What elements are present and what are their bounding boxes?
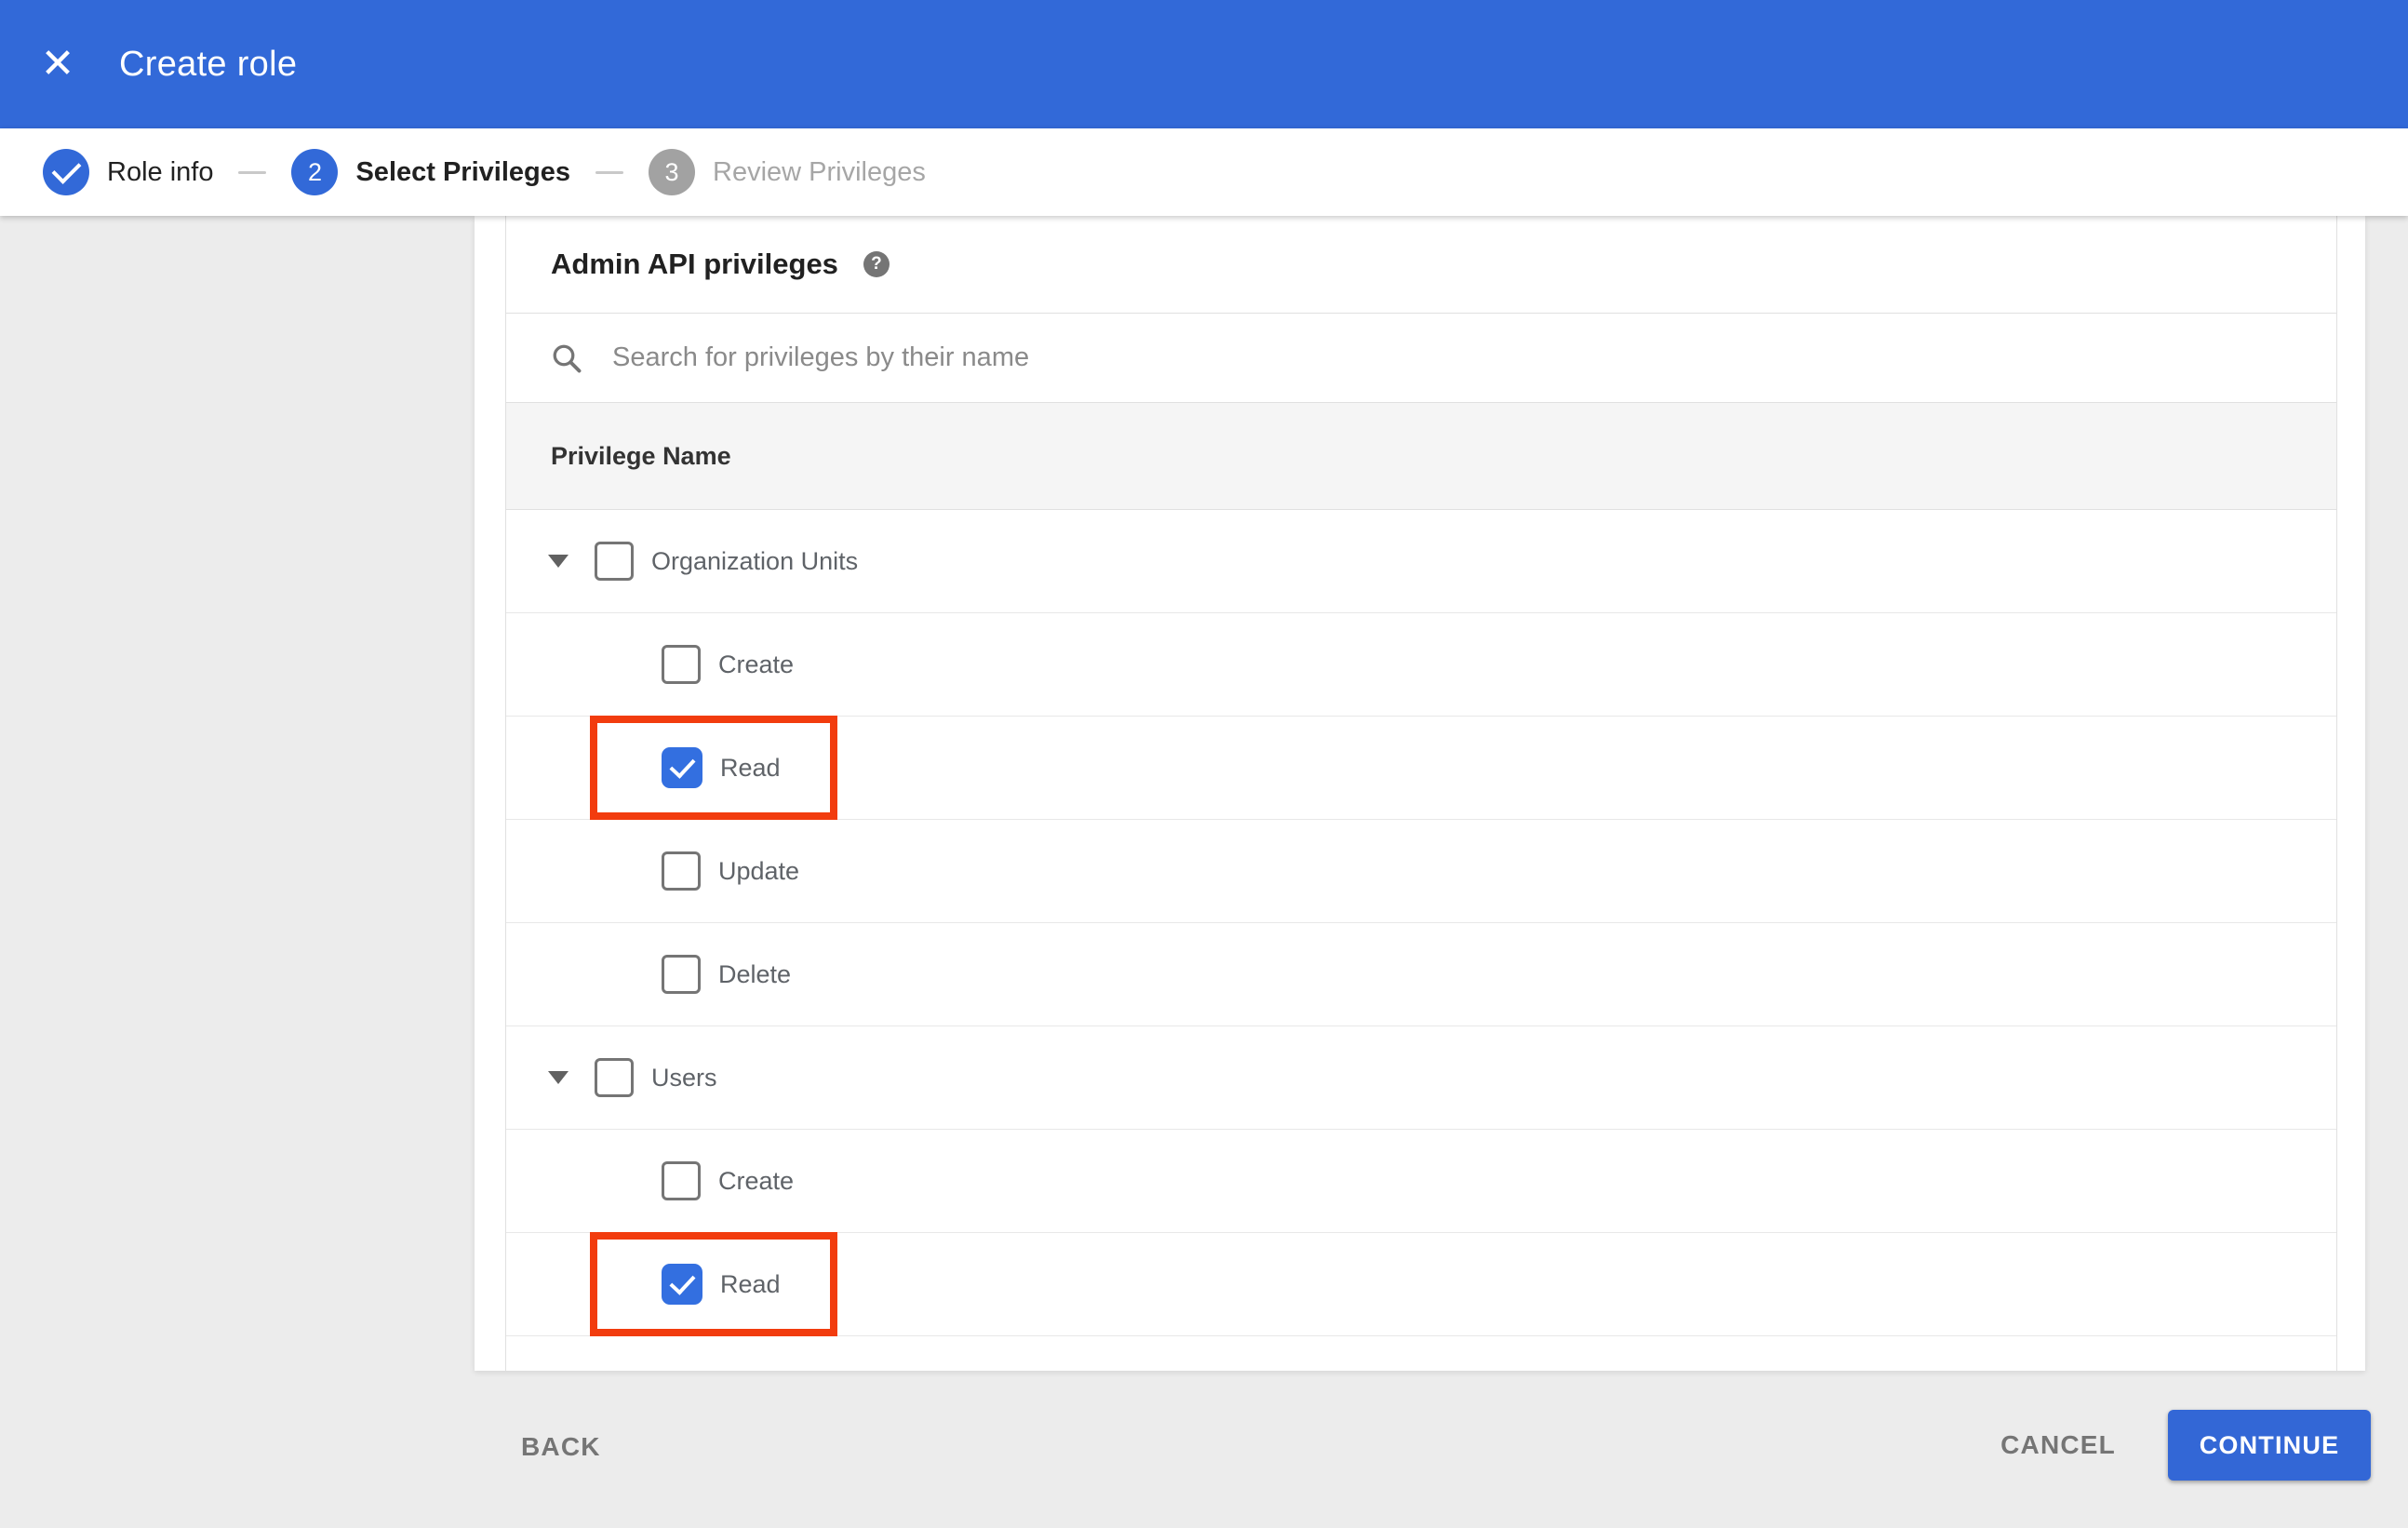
checkmark-icon [668, 1268, 696, 1295]
search-icon [553, 344, 582, 372]
privilege-row-users-read: Read [506, 1232, 2336, 1336]
privilege-row-ou-delete: Delete [506, 923, 2336, 1026]
step-connector [595, 170, 623, 174]
privilege-label: Organization Units [651, 546, 859, 575]
table-header-row: Privilege Name [506, 403, 2336, 510]
stepper: Role info 2 Select Privileges 3 Review P… [0, 128, 2408, 216]
privilege-label: Read [720, 753, 781, 782]
search-input[interactable] [610, 342, 2010, 374]
privilege-label: Create [718, 650, 795, 678]
footer-actions: CANCEL CONTINUE [2000, 1410, 2371, 1481]
step-label: Select Privileges [355, 156, 570, 187]
ou-update-checkbox[interactable] [662, 851, 701, 891]
privilege-row-ou-create: Create [506, 613, 2336, 717]
privilege-label: Read [720, 1269, 781, 1298]
panel-title: Admin API privileges [551, 248, 838, 280]
dialog-footer: BACK CANCEL CONTINUE [0, 1371, 2408, 1528]
privilege-label: Create [718, 1166, 795, 1195]
collapse-caret-icon[interactable] [548, 1071, 569, 1084]
privilege-row-organization-units: Organization Units [506, 510, 2336, 613]
step-review-privileges[interactable]: 3 Review Privileges [649, 149, 926, 195]
organization-units-checkbox[interactable] [595, 542, 634, 581]
privilege-row-ou-read: Read [506, 716, 2336, 820]
dialog-header: ✕ Create role [0, 0, 2408, 128]
privileges-panel: Admin API privileges ? Privilege Name Or… [475, 216, 2365, 1371]
privilege-row-ou-update: Update [506, 820, 2336, 923]
step-role-info[interactable]: Role info [43, 149, 213, 195]
step-connector [238, 170, 267, 174]
back-button[interactable]: BACK [521, 1432, 601, 1462]
step-number-badge: 2 [291, 149, 339, 195]
annotation-highlight-box [590, 716, 837, 820]
column-header-privilege-name: Privilege Name [551, 441, 731, 470]
users-create-checkbox[interactable] [662, 1161, 701, 1200]
step-select-privileges[interactable]: 2 Select Privileges [291, 149, 570, 195]
privilege-row-users: Users [506, 1026, 2336, 1130]
step-label: Role info [107, 156, 214, 187]
help-icon[interactable]: ? [863, 251, 890, 277]
ou-delete-checkbox[interactable] [662, 955, 701, 994]
privilege-label: Delete [718, 959, 792, 988]
privilege-row-partial [506, 1336, 2336, 1371]
ou-read-checkbox[interactable] [662, 747, 702, 788]
continue-button[interactable]: CONTINUE [2168, 1410, 2371, 1481]
cancel-button[interactable]: CANCEL [2000, 1430, 2116, 1460]
privilege-label: Update [718, 856, 800, 885]
step-number-badge: 3 [649, 149, 695, 195]
privileges-table: Admin API privileges ? Privilege Name Or… [505, 216, 2337, 1371]
privilege-row-users-create: Create [506, 1130, 2336, 1233]
dialog-title: Create role [119, 44, 298, 84]
collapse-caret-icon[interactable] [548, 555, 569, 568]
panel-title-row: Admin API privileges ? [506, 216, 2336, 314]
privilege-search-row [506, 314, 2336, 403]
dialog-body: Admin API privileges ? Privilege Name Or… [0, 216, 2408, 1528]
step-complete-check-icon [43, 149, 89, 195]
step-label: Review Privileges [713, 156, 926, 187]
annotation-highlight-box [590, 1232, 837, 1336]
ou-create-checkbox[interactable] [662, 645, 701, 684]
users-checkbox[interactable] [595, 1058, 634, 1097]
users-read-checkbox[interactable] [662, 1264, 702, 1305]
privilege-label: Users [651, 1063, 717, 1092]
close-icon[interactable]: ✕ [35, 44, 80, 85]
checkmark-icon [668, 752, 696, 779]
